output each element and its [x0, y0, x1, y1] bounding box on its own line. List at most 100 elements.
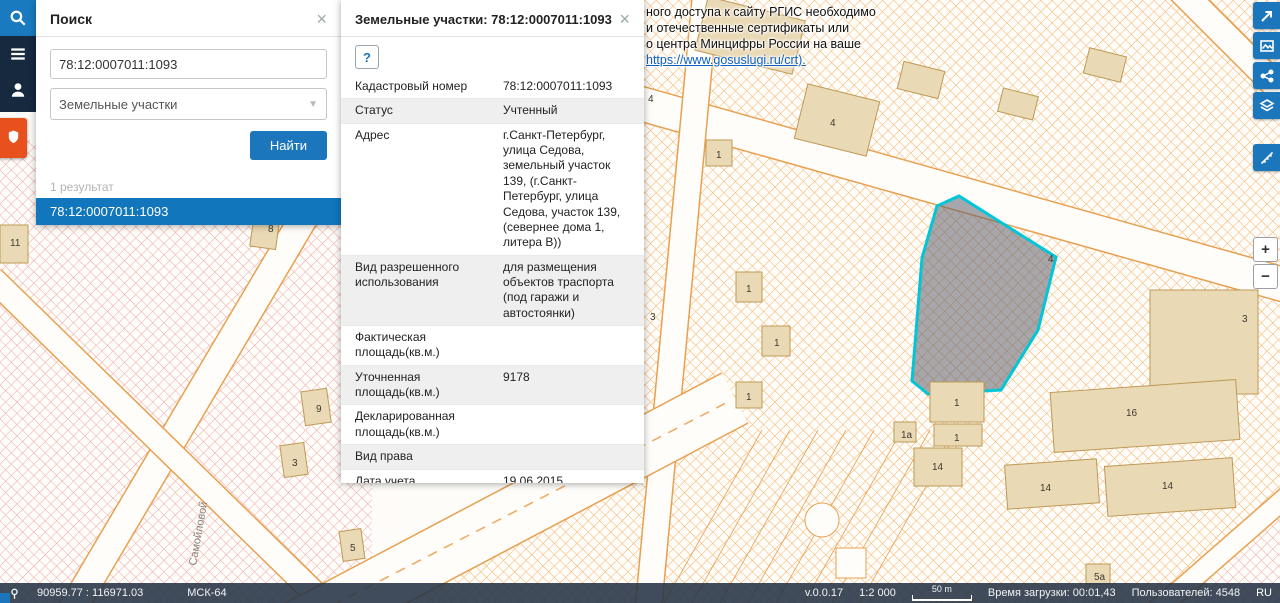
- details-row: Кадастровый номер78:12:0007011:1093: [341, 75, 644, 99]
- attribute-value: [501, 326, 644, 365]
- users-count-label: Пользователей: 4548: [1132, 587, 1241, 599]
- search-type-select[interactable]: Земельные участки ▼: [50, 88, 327, 120]
- find-button[interactable]: Найти: [250, 131, 327, 160]
- attribute-value: 19.06.2015: [501, 470, 644, 483]
- search-result-item[interactable]: 78:12:0007011:1093: [36, 198, 341, 225]
- building-number-label: 5: [350, 543, 356, 554]
- building-number-label: 4: [1048, 254, 1054, 265]
- search-panel: Поиск × Земельные участки ▼ Найти 1 резу…: [36, 0, 341, 225]
- details-row: Фактическая площадь(кв.м.): [341, 326, 644, 366]
- version-label: v.0.0.17: [805, 587, 843, 599]
- zoom-in-button[interactable]: +: [1253, 237, 1278, 262]
- building-number-label: 14: [1040, 483, 1052, 494]
- attribute-label: Статус: [341, 99, 501, 122]
- search-panel-title: Поиск: [50, 11, 92, 27]
- attribute-label: Фактическая площадь(кв.м.): [341, 326, 501, 365]
- building-number-label: 1: [716, 150, 722, 161]
- attribute-label: Вид права: [341, 445, 501, 468]
- search-input[interactable]: [50, 49, 327, 79]
- details-row: Декларированная площадь(кв.м.): [341, 405, 644, 445]
- details-panel-title: Земельные участки: 78:12:0007011:1093: [355, 12, 612, 27]
- details-panel: Земельные участки: 78:12:0007011:1093 × …: [341, 0, 644, 483]
- menu-icon: [9, 45, 27, 63]
- building-number-label: 5а: [1094, 572, 1106, 583]
- menu-button[interactable]: [0, 36, 36, 72]
- export-icon: [1259, 8, 1275, 24]
- emblem-button[interactable]: [0, 118, 27, 158]
- share-icon: [1259, 68, 1275, 84]
- building-number-label: 3: [650, 312, 656, 323]
- layers-icon: [1259, 98, 1275, 114]
- language-toggle[interactable]: RU: [1256, 587, 1272, 599]
- attribute-label: Декларированная площадь(кв.м.): [341, 405, 501, 444]
- attribute-value: Учтенный: [501, 99, 644, 122]
- details-row: Дата учета19.06.2015: [341, 470, 644, 483]
- scale-bar-label: 50 m: [932, 585, 952, 594]
- building-number-label: 14: [932, 462, 944, 473]
- building-number-label: 11: [10, 238, 21, 249]
- zoom-out-button[interactable]: −: [1253, 264, 1278, 289]
- gosuslugi-link[interactable]: https://www.gosuslugi.ru/crt).: [646, 53, 806, 67]
- right-toolbar: [1253, 2, 1280, 171]
- building-number-label: 3: [292, 458, 298, 469]
- notice-line: о центра Минцифры России на ваше: [646, 36, 898, 52]
- zoom-control: + −: [1253, 237, 1278, 289]
- building-number-label: 14: [1162, 481, 1174, 492]
- building-number-label: 16: [1126, 408, 1138, 419]
- measure-icon: [1259, 150, 1275, 166]
- building-number-label: 4: [648, 94, 654, 105]
- close-icon[interactable]: ×: [617, 10, 632, 28]
- share-button[interactable]: [1253, 62, 1280, 89]
- attribute-label: Уточненная площадь(кв.м.): [341, 366, 501, 405]
- cursor-coordinates: 90959.77 : 116971.03: [37, 587, 143, 599]
- certificate-notice: ного доступа к сайту РГИС необходимо и о…: [646, 4, 898, 68]
- attribute-label: Кадастровый номер: [341, 75, 501, 98]
- building-number-label: 9: [316, 404, 322, 415]
- attribute-label: Вид разрешенного использования: [341, 256, 501, 325]
- status-bar: 90959.77 : 116971.03 МСК-64 v.0.0.17 1:2…: [0, 583, 1280, 603]
- search-type-value: Земельные участки: [59, 97, 177, 112]
- map-image-button[interactable]: [1253, 32, 1280, 59]
- search-button[interactable]: [0, 0, 36, 36]
- attribute-value: 9178: [501, 366, 644, 405]
- scale-bar: 50 m: [912, 585, 972, 601]
- attribute-value: для размещения объектов траспорта (под г…: [501, 256, 644, 325]
- attribute-label: Адрес: [341, 124, 501, 255]
- attribute-value: г.Санкт-Петербург, улица Седова, земельн…: [501, 124, 644, 255]
- building-number-label: 8: [268, 224, 274, 235]
- scale-label[interactable]: 1:2 000: [859, 587, 896, 599]
- crs-label: МСК-64: [187, 587, 226, 599]
- building-number-label: 1: [774, 338, 780, 349]
- building-number-label: 1: [746, 392, 752, 403]
- user-button[interactable]: [0, 72, 36, 108]
- close-icon[interactable]: ×: [314, 10, 329, 28]
- building-number-label: 1: [954, 398, 960, 409]
- left-toolbar: [0, 0, 36, 112]
- details-row: СтатусУчтенный: [341, 99, 644, 123]
- help-button[interactable]: ?: [355, 45, 379, 69]
- emblem-icon: [6, 128, 21, 148]
- details-row: Адресг.Санкт-Петербург, улица Седова, зе…: [341, 124, 644, 256]
- notice-line: ного доступа к сайту РГИС необходимо: [646, 4, 898, 20]
- chevron-down-icon: ▼: [308, 99, 318, 110]
- details-row: Вид права: [341, 445, 644, 469]
- search-icon: [9, 9, 27, 27]
- building-number-label: 1: [746, 284, 752, 295]
- building-number-label: 3: [1242, 314, 1248, 325]
- user-icon: [9, 81, 27, 99]
- building-number-label: 1а: [901, 430, 913, 441]
- export-button[interactable]: [1253, 2, 1280, 29]
- building-number-label: 4: [830, 118, 836, 129]
- measure-button[interactable]: [1253, 144, 1280, 171]
- attribute-value: 78:12:0007011:1093: [501, 75, 644, 98]
- details-table: Кадастровый номер78:12:0007011:1093Стату…: [341, 75, 644, 483]
- rgis-app: 11893543111144111а1414141635а Самойловой…: [0, 0, 1280, 603]
- building-number-label: 1: [954, 433, 960, 444]
- map-image-icon: [1259, 38, 1275, 54]
- details-row: Вид разрешенного использованиядля размещ…: [341, 256, 644, 326]
- layers-button[interactable]: [1253, 92, 1280, 119]
- results-count: 1 результат: [36, 170, 341, 198]
- attribute-value: [501, 405, 644, 444]
- load-time-label: Время загрузки: 00:01,43: [988, 587, 1116, 599]
- corner-accent: [0, 593, 10, 603]
